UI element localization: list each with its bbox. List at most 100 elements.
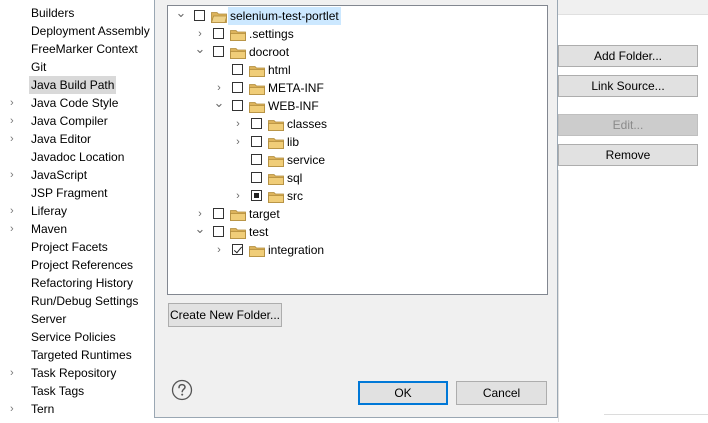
chevron-down-icon[interactable]: ⌄ — [194, 222, 206, 241]
preferences-list[interactable]: Builders Deployment Assembly FreeMarker Co… — [0, 0, 150, 422]
tree-checkbox[interactable] — [251, 118, 262, 129]
tree-row[interactable]: › META-INF — [168, 79, 546, 97]
tree-row[interactable]: service — [168, 151, 546, 169]
cancel-button[interactable]: Cancel — [456, 381, 547, 405]
link-source-button[interactable]: Link Source... — [558, 75, 698, 97]
preference-item-label: FreeMarker Context — [31, 42, 138, 56]
chevron-right-icon[interactable]: › — [10, 202, 22, 220]
preference-item-label: Task Repository — [31, 366, 117, 380]
preference-item[interactable]: Deployment Assembly — [0, 22, 150, 40]
tree-row[interactable]: ⌄ test — [168, 222, 546, 241]
chevron-right-icon[interactable]: › — [232, 115, 244, 133]
preference-item-label: Project Facets — [31, 240, 108, 254]
preference-item[interactable]: › Java Code Style — [0, 94, 150, 112]
tree-checkbox[interactable] — [232, 82, 243, 93]
tree-row[interactable]: › classes — [168, 115, 546, 133]
tree-checkbox[interactable] — [213, 46, 224, 57]
remove-button[interactable]: Remove — [558, 144, 698, 166]
tree-row[interactable]: › integration — [168, 241, 546, 259]
chevron-down-icon[interactable]: ⌄ — [213, 96, 225, 115]
preference-item[interactable]: Service Policies — [0, 328, 150, 346]
edit-button[interactable]: Edit... — [558, 114, 698, 136]
preference-item[interactable]: Git — [0, 58, 150, 76]
chevron-down-icon[interactable]: ⌄ — [175, 6, 187, 25]
preference-item-label: Service Policies — [31, 330, 116, 344]
preference-item-label: Git — [31, 60, 47, 74]
preference-item[interactable]: Project References — [0, 256, 150, 274]
preference-item[interactable]: › JavaScript — [0, 166, 150, 184]
preference-item-label: Tern — [31, 402, 55, 416]
chevron-down-icon[interactable]: ⌄ — [194, 42, 206, 61]
tree-row[interactable]: › src — [168, 187, 546, 205]
folder-icon — [230, 226, 246, 239]
chevron-right-icon[interactable]: › — [10, 400, 22, 418]
tree-row[interactable]: sql — [168, 169, 546, 187]
tree-checkbox[interactable] — [251, 136, 262, 147]
chevron-right-icon[interactable]: › — [10, 130, 22, 148]
add-folder-button[interactable]: Add Folder... — [558, 45, 698, 67]
preference-item-label: Run/Debug Settings — [31, 294, 139, 308]
preference-item[interactable]: Project Facets — [0, 238, 150, 256]
preference-item[interactable]: Java Build Path — [0, 76, 150, 94]
chevron-right-icon[interactable]: › — [10, 94, 22, 112]
preference-item[interactable]: FreeMarker Context — [0, 40, 150, 58]
folder-selection-dialog: ⌄ selenium-test-portlet › .settings ⌄ docroot… — [154, 0, 558, 418]
folder-icon — [268, 172, 284, 185]
preference-item[interactable]: JSP Fragment — [0, 184, 150, 202]
preference-item[interactable]: › Java Editor — [0, 130, 150, 148]
preference-item[interactable]: › Liferay — [0, 202, 150, 220]
tree-checkbox[interactable] — [194, 10, 205, 21]
panel-divider — [558, 170, 708, 422]
tree-checkbox[interactable] — [251, 172, 262, 183]
preference-item[interactable]: › Java Compiler — [0, 112, 150, 130]
folder-tree[interactable]: ⌄ selenium-test-portlet › .settings ⌄ docroot… — [167, 5, 548, 295]
tree-checkbox[interactable] — [213, 226, 224, 237]
preference-item[interactable]: Run/Debug Settings — [0, 292, 150, 310]
chevron-right-icon[interactable]: › — [10, 166, 22, 184]
tree-checkbox[interactable] — [232, 100, 243, 111]
preference-item-label: Targeted Runtimes — [31, 348, 132, 362]
tree-row[interactable]: ⌄ WEB-INF — [168, 96, 546, 115]
chevron-right-icon[interactable]: › — [10, 364, 22, 382]
tree-row[interactable]: › .settings — [168, 25, 546, 43]
tree-checkbox[interactable] — [232, 244, 243, 255]
tree-row[interactable]: › lib — [168, 133, 546, 151]
preference-item[interactable]: Javadoc Location — [0, 148, 150, 166]
tree-item-label: service — [287, 153, 326, 167]
folder-icon — [268, 154, 284, 167]
tree-item-label: src — [287, 189, 303, 203]
create-new-folder-button[interactable]: Create New Folder... — [168, 303, 282, 327]
preference-item[interactable]: Task Tags — [0, 382, 150, 400]
project-folder-icon — [210, 10, 228, 23]
preference-item-label: JSP Fragment — [31, 186, 108, 200]
preference-item[interactable]: › Task Repository — [0, 364, 150, 382]
chevron-right-icon[interactable]: › — [232, 187, 244, 205]
preference-item[interactable]: Refactoring History — [0, 274, 150, 292]
preference-item[interactable]: › Maven — [0, 220, 150, 238]
chevron-right-icon[interactable]: › — [10, 220, 22, 238]
tree-checkbox[interactable] — [251, 154, 262, 165]
tree-item-label: test — [249, 225, 269, 239]
tree-row[interactable]: html — [168, 61, 546, 79]
preference-item-label: Liferay — [31, 204, 68, 218]
chevron-right-icon[interactable]: › — [232, 133, 244, 151]
tree-checkbox[interactable] — [232, 64, 243, 75]
preference-item[interactable]: Server — [0, 310, 150, 328]
preference-item-label: Server — [31, 312, 67, 326]
chevron-right-icon[interactable]: › — [10, 112, 22, 130]
tree-item-label: WEB-INF — [268, 99, 319, 113]
folder-icon — [268, 136, 284, 149]
tree-checkbox[interactable] — [251, 190, 262, 201]
help-icon[interactable] — [171, 379, 193, 401]
chevron-right-icon[interactable]: › — [213, 241, 225, 259]
preference-item[interactable]: › Tern — [0, 400, 150, 418]
tree-checkbox[interactable] — [213, 208, 224, 219]
ok-button[interactable]: OK — [358, 381, 448, 405]
tree-row[interactable]: › target — [168, 205, 546, 223]
tree-row[interactable]: ⌄ selenium-test-portlet — [168, 6, 546, 25]
preference-item[interactable]: Builders — [0, 4, 150, 22]
tree-row[interactable]: ⌄ docroot — [168, 42, 546, 61]
preference-item[interactable]: Targeted Runtimes — [0, 346, 150, 364]
tree-item-label: classes — [287, 117, 328, 131]
tree-checkbox[interactable] — [213, 28, 224, 39]
